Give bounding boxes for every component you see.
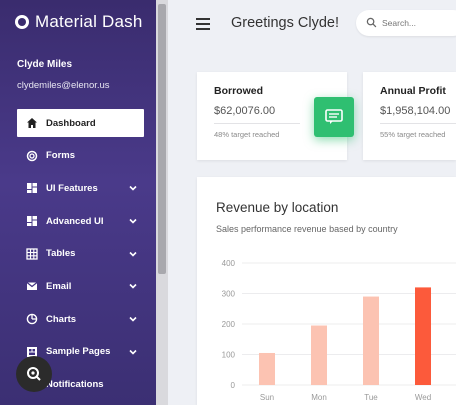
sidebar-item-tables[interactable]: Tables — [17, 240, 144, 268]
pie-chart-icon — [26, 313, 38, 325]
home-icon — [26, 117, 38, 129]
sidebar: Material Dash Clyde Miles clydemiles@ele… — [0, 0, 156, 405]
search-icon — [366, 17, 377, 28]
lens-icon — [27, 367, 41, 381]
bar-sun[interactable] — [259, 352, 275, 385]
y-tick-label: 0 — [231, 381, 236, 390]
chevron-down-icon[interactable] — [128, 183, 138, 193]
visual-search-button[interactable] — [16, 356, 52, 392]
sidebar-item-email[interactable]: Email — [17, 272, 144, 300]
sidebar-item-ui-features[interactable]: UI Features — [17, 174, 144, 202]
divider — [214, 123, 300, 124]
x-tick-label: Tue — [364, 393, 378, 402]
stat-subtext: 55% target reached — [380, 130, 446, 139]
sidebar-item-label: Dashboard — [46, 117, 96, 129]
sidebar-item-advanced-ui[interactable]: Advanced UI — [17, 207, 144, 235]
y-tick-label: 400 — [222, 259, 236, 268]
chevron-down-icon[interactable] — [128, 314, 138, 324]
sidebar-item-charts[interactable]: Charts — [17, 305, 144, 333]
brand[interactable]: Material Dash — [15, 12, 142, 32]
sidebar-item-label: Sample Pages — [46, 346, 111, 358]
sidebar-scrollbar[interactable] — [156, 0, 168, 405]
menu-icon[interactable] — [196, 18, 210, 30]
stat-subtext: 48% target reached — [214, 130, 280, 139]
sidebar-item-dashboard[interactable]: Dashboard — [17, 109, 144, 137]
search-box[interactable] — [356, 10, 456, 36]
stat-label: Borrowed — [214, 85, 264, 97]
bar-mon[interactable] — [311, 325, 327, 385]
topbar: Greetings Clyde! — [168, 0, 456, 50]
message-icon — [325, 109, 343, 124]
sidebar-item-label: Advanced UI — [46, 215, 104, 227]
chevron-down-icon[interactable] — [128, 347, 138, 357]
dashboard-icon — [26, 215, 38, 227]
sidebar-item-label: Forms — [46, 150, 76, 162]
x-tick-label: Mon — [311, 393, 327, 402]
revenue-bar-chart: 0 100 200 300 400 Sun Mon Tue Wed — [222, 259, 456, 402]
grid-icon — [26, 248, 38, 260]
scrollbar-thumb[interactable] — [158, 4, 166, 274]
y-tick-label: 100 — [222, 351, 236, 360]
brand-logo-icon — [15, 15, 29, 29]
email-icon — [26, 280, 38, 292]
brand-title: Material Dash — [35, 12, 143, 31]
x-tick-label: Wed — [415, 393, 431, 402]
sidebar-item-label: Email — [46, 280, 72, 292]
divider — [380, 123, 456, 124]
search-input[interactable] — [382, 15, 456, 31]
message-icon-badge — [314, 97, 354, 137]
chevron-down-icon[interactable] — [128, 249, 138, 259]
dashboard-icon — [26, 182, 38, 194]
page-greeting: Greetings Clyde! — [231, 15, 339, 31]
forms-icon — [26, 150, 38, 162]
sidebar-item-forms[interactable]: Forms — [17, 142, 144, 170]
sidebar-item-label: UI Features — [46, 182, 98, 194]
stat-value: $62,0076.00 — [214, 105, 276, 117]
sidebar-item-label: Charts — [46, 313, 77, 325]
y-tick-label: 200 — [222, 320, 236, 329]
stat-value: $1,958,104.00 — [380, 105, 451, 117]
user-name: Clyde Miles — [17, 59, 73, 70]
chevron-down-icon[interactable] — [128, 216, 138, 226]
bar-tue[interactable] — [363, 296, 379, 385]
chevron-down-icon[interactable] — [128, 281, 138, 291]
user-email: clydemiles@elenor.us — [17, 80, 110, 91]
sidebar-item-label: Notifications — [46, 379, 104, 390]
y-tick-label: 300 — [222, 290, 236, 299]
stat-label: Annual Profit — [380, 85, 446, 97]
stat-card-annual-profit: Annual Profit $1,958,104.00 55% target r… — [363, 72, 456, 160]
x-tick-label: Sun — [260, 393, 274, 402]
bar-wed[interactable] — [415, 287, 431, 385]
revenue-chart-card: Revenue by location Sales performance re… — [197, 177, 456, 405]
sidebar-item-label: Tables — [46, 248, 76, 260]
